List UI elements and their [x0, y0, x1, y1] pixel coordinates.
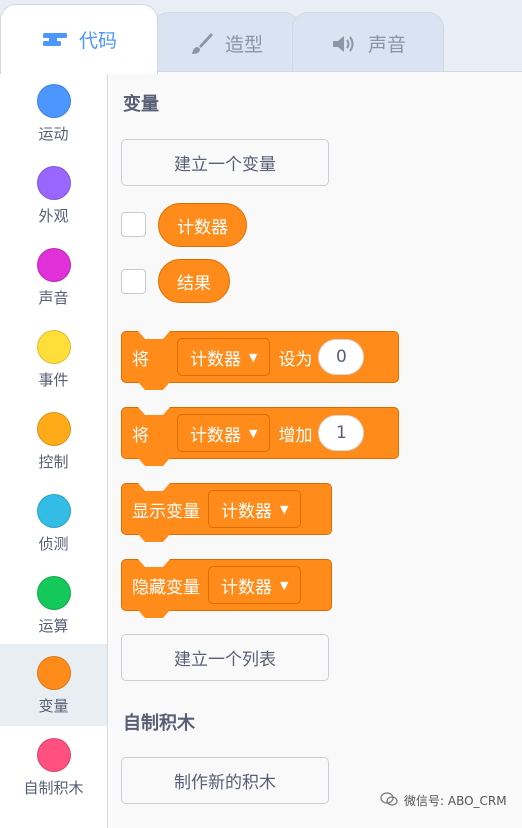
category-my-blocks[interactable]: 自制积木 [0, 726, 107, 808]
category-dot [36, 330, 71, 364]
variable-dropdown[interactable]: 计数器 ▼ [177, 414, 271, 452]
tab-code[interactable]: 代码 [0, 4, 158, 74]
code-icon [41, 30, 69, 50]
category-label: 运动 [38, 125, 69, 143]
category-label: 变量 [38, 697, 69, 715]
watermark: 微信号: ABO_CRM [380, 792, 507, 809]
speaker-icon [330, 33, 358, 55]
block-flyout: 变量 建立一个变量 计数器 结果 将 计数器 ▼ 设为 0 将 计数器 ▼ 增加… [109, 72, 522, 828]
category-label: 控制 [38, 453, 69, 471]
category-dot [36, 576, 71, 610]
brush-icon [189, 31, 215, 57]
variable-checkbox[interactable] [121, 212, 146, 237]
chevron-down-icon: ▼ [249, 426, 258, 440]
category-events[interactable]: 事件 [0, 318, 107, 400]
block-label: 将 [132, 349, 149, 370]
change-variable-block[interactable]: 将 计数器 ▼ 增加 1 [121, 407, 399, 466]
category-dot [36, 738, 71, 772]
chevron-down-icon: ▼ [280, 502, 289, 516]
block-label: 将 [132, 425, 149, 446]
category-label: 侦测 [38, 535, 69, 553]
category-dot [36, 412, 71, 446]
set-variable-block[interactable]: 将 计数器 ▼ 设为 0 [121, 331, 399, 390]
category-looks[interactable]: 外观 [0, 154, 107, 236]
category-menu: 运动 外观 声音 事件 控制 侦测 运算 变量 自制积木 [0, 72, 108, 828]
make-variable-button[interactable]: 建立一个变量 [121, 139, 329, 186]
tab-costumes-label: 造型 [224, 34, 263, 56]
tab-costumes[interactable]: 造型 [152, 12, 300, 74]
chevron-down-icon: ▼ [249, 350, 258, 364]
block-notch [138, 331, 170, 339]
block-notch [138, 483, 170, 491]
category-label: 自制积木 [23, 779, 84, 797]
hide-variable-block[interactable]: 隐藏变量 计数器 ▼ [121, 559, 332, 618]
block-tab [138, 610, 170, 618]
dropdown-value: 计数器 [190, 425, 241, 446]
block-notch [138, 559, 170, 567]
category-dot [36, 656, 71, 690]
block-tab [138, 382, 170, 390]
category-control[interactable]: 控制 [0, 400, 107, 482]
category-label: 声音 [38, 289, 69, 307]
category-label: 事件 [38, 371, 69, 389]
chevron-down-icon: ▼ [280, 578, 289, 592]
editor-tabs: 代码 造型 声音 [0, 0, 522, 74]
make-list-button[interactable]: 建立一个列表 [121, 634, 329, 681]
category-label: 运算 [38, 617, 69, 635]
block-tab [138, 534, 170, 542]
section-title-my-blocks: 自制积木 [123, 713, 195, 734]
tab-sounds[interactable]: 声音 [292, 12, 444, 74]
dropdown-value: 计数器 [190, 349, 241, 370]
category-dot [36, 248, 71, 282]
variable-reporter[interactable]: 计数器 [158, 203, 247, 247]
make-block-button[interactable]: 制作新的积木 [121, 757, 329, 804]
dropdown-value: 计数器 [221, 501, 272, 522]
tab-code-label: 代码 [78, 30, 117, 52]
category-operators[interactable]: 运算 [0, 564, 107, 646]
block-notch [138, 407, 170, 415]
show-variable-block[interactable]: 显示变量 计数器 ▼ [121, 483, 332, 542]
value-input[interactable]: 1 [318, 415, 365, 451]
variable-reporter[interactable]: 结果 [158, 259, 230, 303]
block-label: 增加 [278, 425, 313, 446]
wechat-icon [380, 792, 398, 809]
block-label: 设为 [278, 349, 313, 370]
variable-dropdown[interactable]: 计数器 ▼ [208, 490, 302, 528]
variable-checkbox[interactable] [121, 269, 146, 294]
category-dot [36, 166, 71, 200]
tab-sounds-label: 声音 [367, 34, 406, 56]
variable-dropdown[interactable]: 计数器 ▼ [208, 566, 302, 604]
category-dot [36, 494, 71, 528]
block-label: 隐藏变量 [132, 577, 200, 598]
dropdown-value: 计数器 [221, 577, 272, 598]
category-motion[interactable]: 运动 [0, 72, 107, 154]
block-palette-panel: 运动 外观 声音 事件 控制 侦测 运算 变量 自制积木 变量 建立一个变量 计… [0, 71, 522, 828]
watermark-text: 微信号: ABO_CRM [404, 794, 507, 808]
category-label: 外观 [38, 207, 69, 225]
block-tab [138, 458, 170, 466]
category-dot [36, 84, 71, 118]
variable-dropdown[interactable]: 计数器 ▼ [177, 338, 271, 376]
category-sensing[interactable]: 侦测 [0, 482, 107, 564]
category-sound[interactable]: 声音 [0, 236, 107, 318]
block-label: 显示变量 [132, 501, 200, 522]
category-variables[interactable]: 变量 [0, 644, 107, 726]
section-title-variables: 变量 [123, 94, 159, 115]
value-input[interactable]: 0 [318, 339, 365, 375]
